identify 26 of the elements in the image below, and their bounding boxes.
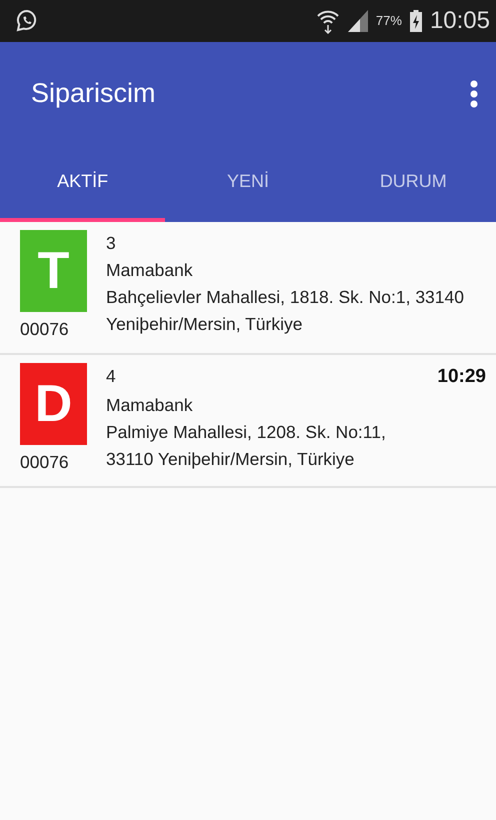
address-line: 33110 Yeniþehir/Mersin, Türkiye xyxy=(106,448,356,471)
app-title: Sipariscim xyxy=(31,77,156,110)
customer-name: Mamabank xyxy=(106,259,194,282)
more-options-icon[interactable] xyxy=(470,80,478,108)
address-line: Palmiye Mahallesi, 1208. Sk. No:11, xyxy=(106,420,387,444)
signal-icon xyxy=(348,10,368,32)
tab[interactable]: DURUM xyxy=(330,145,496,222)
order-row[interactable]: D 00076 4 10:29 Mamabank Palmiye Mahallesi, 1208. Sk. No:11, 33110 Yeniþehir/Mersin, Türkiye xyxy=(0,355,496,488)
order-code: 00076 xyxy=(20,451,70,474)
address-line: Bahçelievler Mahallesi, 1818. Sk. No:1, 33140 xyxy=(106,286,465,309)
battery-percent: 77% xyxy=(376,12,402,30)
tab[interactable]: AKTİF xyxy=(0,145,166,222)
order-row[interactable]: T 00076 3 Mamabank Bahçelievler Mahallesi, 1818. Sk. No:1, 33140 Yeniþehir/Mersin, Türkiye xyxy=(0,222,496,355)
order-number: 3 xyxy=(106,232,116,255)
order-code: 00076 xyxy=(20,318,70,341)
tab[interactable]: YENİ xyxy=(165,145,331,222)
customer-name: Mamabank xyxy=(106,394,194,416)
status-letter-tile: D xyxy=(20,363,87,445)
clock-time: 10:05 xyxy=(430,6,490,36)
order-time: 10:29 xyxy=(437,365,486,389)
status-letter-tile: T xyxy=(20,230,87,312)
order-number: 4 xyxy=(106,365,116,388)
chat-icon xyxy=(16,9,38,33)
battery-charging-icon xyxy=(410,10,422,32)
wifi-icon xyxy=(316,8,340,34)
address-line: Yeniþehir/Mersin, Türkiye xyxy=(106,313,304,336)
